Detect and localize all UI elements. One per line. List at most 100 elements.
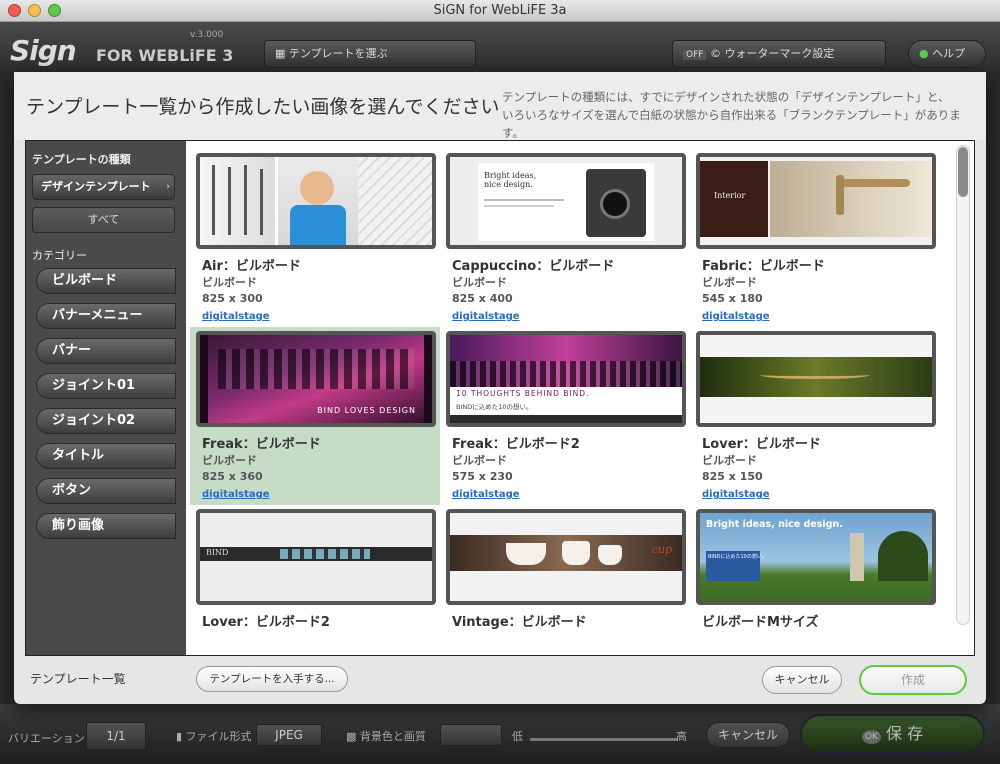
template-type: ビルボード: [702, 454, 757, 467]
thumbnail-headline: cup: [651, 543, 672, 556]
template-grid-scrollbar[interactable]: [956, 145, 970, 625]
template-author-link[interactable]: digitalstage: [702, 311, 770, 322]
template-author-link[interactable]: digitalstage: [452, 311, 520, 322]
template-card-freak-2[interactable]: 10 THOUGHTS BEHIND BIND. BINDに込めた10の想い。 …: [440, 327, 690, 505]
quality-slider[interactable]: [530, 738, 678, 741]
category-banner[interactable]: バナー: [36, 338, 176, 364]
scrollbar-thumb[interactable]: [958, 147, 968, 197]
background-color-select[interactable]: [440, 724, 502, 746]
template-name: Freak：ビルボード: [202, 437, 321, 452]
category-decoration-image[interactable]: 飾り画像: [36, 513, 176, 539]
file-format-label: ▮ ファイル形式: [176, 730, 252, 743]
template-type: ビルボード: [202, 454, 257, 467]
dialog-content: テンプレートの種類 デザインテンプレート › すべて カテゴリー ビルボード バ…: [25, 140, 975, 656]
copyright-icon: ©: [709, 47, 725, 60]
app-version: v.3.000: [190, 30, 224, 40]
window-title: SiGN for WebLiFE 3a: [433, 3, 567, 18]
template-name: Lover：ビルボード: [702, 437, 821, 452]
hammock-image: [700, 357, 932, 397]
chevron-right-icon: ›: [166, 182, 170, 192]
template-card-cappuccino[interactable]: Bright ideas, nice design. Cappuccino：ビル…: [440, 149, 690, 327]
minimize-window-button[interactable]: [28, 4, 41, 17]
template-author-link[interactable]: digitalstage: [202, 489, 270, 500]
template-thumbnail: Interior: [696, 153, 936, 249]
checker-icon: ▩: [346, 730, 357, 743]
thumbnail-blue-box: BINDに込めた10の想い。: [706, 551, 767, 581]
close-window-button[interactable]: [8, 4, 21, 17]
template-type-heading: テンプレートの種類: [32, 153, 131, 166]
template-author-link[interactable]: digitalstage: [202, 311, 270, 322]
template-type: ビルボード: [452, 276, 507, 289]
category-billboard[interactable]: ビルボード: [36, 268, 176, 294]
concert-image: [450, 335, 682, 387]
quality-low-label: 低: [512, 730, 523, 743]
variation-label: バリエーション: [8, 732, 85, 745]
template-type-select[interactable]: デザインテンプレート ›: [32, 174, 175, 200]
help-button[interactable]: ● ヘルプ: [908, 40, 986, 68]
template-author-link[interactable]: digitalstage: [452, 489, 520, 500]
zoom-window-button[interactable]: [48, 4, 61, 17]
template-size: 545 x 180: [702, 292, 763, 305]
watermark-toggle[interactable]: OFF: [683, 50, 707, 60]
thumbnail-page: Bright ideas, nice design.: [478, 163, 654, 241]
file-format-select[interactable]: JPEG: [256, 724, 322, 746]
template-name: Fabric：ビルボード: [702, 259, 825, 274]
template-type: ビルボード: [452, 454, 507, 467]
template-size: 825 x 400: [452, 292, 513, 305]
help-icon: ●: [919, 47, 929, 60]
all-templates-button[interactable]: すべて: [32, 207, 175, 233]
template-select-button[interactable]: ▦ テンプレートを選ぶ: [264, 40, 476, 68]
camera-image: [586, 169, 646, 237]
dialog-description: テンプレートの種類には、すでにデザインされた状態の「デザインテンプレート」と、 …: [502, 90, 961, 140]
template-name: Cappuccino：ビルボード: [452, 259, 615, 274]
template-name: Air：ビルボード: [202, 259, 301, 274]
template-thumbnail: cup: [446, 509, 686, 605]
quality-high-label: 高: [676, 730, 687, 743]
template-card-vintage[interactable]: cup Vintage：ビルボード: [440, 505, 690, 655]
template-thumbnail: BIND LOVES DESIGN: [196, 331, 436, 427]
category-button[interactable]: ボタン: [36, 478, 176, 504]
bottom-cancel-button[interactable]: キャンセル: [706, 722, 790, 748]
thumbnail-subhead: BINDに込めた10の想い。: [708, 554, 767, 560]
template-card-billboard-m[interactable]: Bright ideas, nice design. BINDに込めた10の想い…: [690, 505, 940, 655]
eye-chart-image: [358, 157, 432, 245]
thumbnail-headline: Bright ideas, nice design.: [706, 519, 843, 530]
door-handle-image: [770, 161, 932, 237]
template-name: Lover：ビルボード2: [202, 615, 330, 630]
template-thumbnail: 10 THOUGHTS BEHIND BIND. BINDに込めた10の想い。: [446, 331, 686, 427]
template-card-air[interactable]: Air：ビルボード ビルボード 825 x 300 digitalstage: [190, 149, 440, 327]
save-button[interactable]: OK 保 存: [800, 714, 985, 754]
footer-label: テンプレート一覧: [30, 672, 126, 686]
template-thumbnail: [696, 331, 936, 427]
dance-floor-image: BIND LOVES DESIGN: [208, 335, 424, 423]
template-type: ビルボード: [702, 276, 757, 289]
thumbnail-headline: Interior: [714, 191, 746, 200]
dialog-title: テンプレート一覧から作成したい画像を選んでください: [26, 96, 500, 118]
category-banner-menu[interactable]: バナーメニュー: [36, 303, 176, 329]
template-card-lover[interactable]: Lover：ビルボード ビルボード 825 x 150 digitalstage: [690, 327, 940, 505]
watermark-settings-button[interactable]: OFF © ウォーターマーク設定: [672, 40, 886, 68]
template-card-fabric[interactable]: Interior Fabric：ビルボード ビルボード 545 x 180 di…: [690, 149, 940, 327]
template-card-freak[interactable]: BIND LOVES DESIGN Freak：ビルボード ビルボード 825 …: [190, 327, 440, 505]
template-author-link[interactable]: digitalstage: [702, 489, 770, 500]
category-title[interactable]: タイトル: [36, 443, 176, 469]
template-type: ビルボード: [202, 276, 257, 289]
get-templates-button[interactable]: テンプレートを入手する...: [196, 666, 348, 692]
create-button[interactable]: 作成: [859, 665, 967, 695]
category-joint02[interactable]: ジョイント02: [36, 408, 176, 434]
coffee-cups-image: cup: [450, 535, 682, 571]
template-name: ビルボードMサイズ: [702, 615, 819, 630]
template-thumbnail: Bright ideas, nice design.: [446, 153, 686, 249]
category-joint01[interactable]: ジョイント01: [36, 373, 176, 399]
template-thumbnail: BIND: [196, 509, 436, 605]
template-dialog: テンプレート一覧から作成したい画像を選んでください テンプレートの種類には、すで…: [14, 72, 986, 704]
app-logo-subtitle: FOR WEBLiFE 3: [96, 46, 234, 65]
thumbnail-headline: BIND: [206, 548, 229, 557]
template-card-lover-2[interactable]: BIND Lover：ビルボード2: [190, 505, 440, 655]
thumbnail-headline: 10 THOUGHTS BEHIND BIND.: [456, 389, 590, 398]
dialog-header: テンプレート一覧から作成したい画像を選んでください テンプレートの種類には、すで…: [14, 72, 986, 140]
template-size: 825 x 360: [202, 470, 263, 483]
cancel-button[interactable]: キャンセル: [762, 666, 842, 694]
tower-image: [850, 533, 864, 581]
thumbnail-headline: Bright ideas, nice design.: [484, 171, 537, 189]
